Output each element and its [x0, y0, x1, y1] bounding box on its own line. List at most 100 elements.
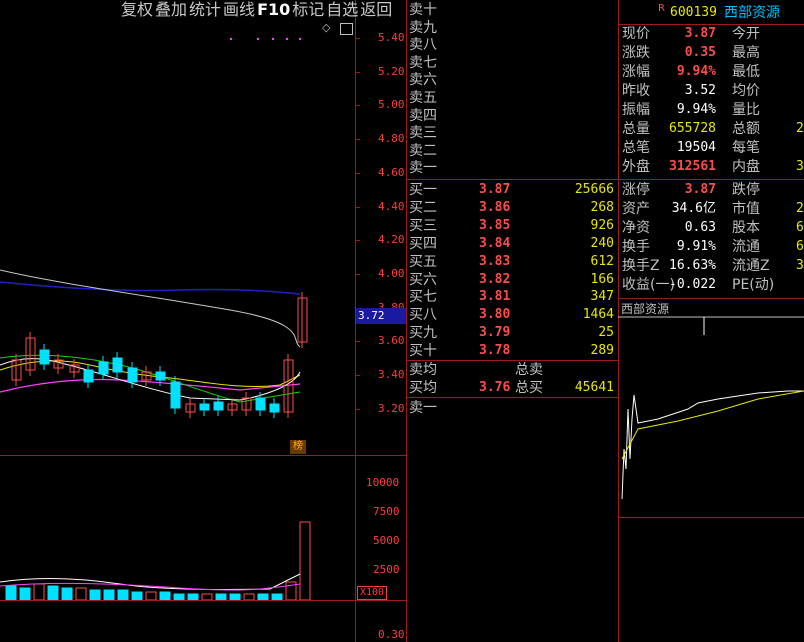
price-tick-label: 5.20: [378, 64, 405, 78]
quote-label: 资产: [622, 201, 650, 217]
price-tick-label: 3.20: [378, 401, 405, 415]
volume-bar: [131, 591, 143, 600]
intraday-mini-chart[interactable]: [618, 299, 804, 642]
volume-bar: [117, 589, 129, 600]
candle[interactable]: [98, 361, 109, 375]
price-tick-label: 4.40: [378, 199, 405, 213]
buy-total-value: 45641: [574, 380, 614, 395]
toolbar-mark[interactable]: 标记: [291, 0, 325, 20]
sell-row[interactable]: 卖二: [407, 142, 618, 160]
sell-avg-label: 卖均: [409, 362, 437, 378]
candle[interactable]: [213, 401, 224, 411]
kline-chart[interactable]: [0, 20, 355, 455]
toolbar-f10[interactable]: F10: [256, 0, 291, 20]
sell-row[interactable]: 卖一: [407, 159, 618, 177]
quote-value: 3.87: [684, 26, 716, 41]
volume-bar: [187, 593, 199, 600]
candle[interactable]: [199, 403, 210, 411]
quote-label: 外盘: [622, 159, 650, 175]
sell-row[interactable]: 卖八: [407, 36, 618, 54]
quote-row: 涨跌 0.35 最高: [620, 44, 804, 62]
volume-ma-line: [0, 573, 301, 590]
volume-bar: [257, 593, 269, 600]
sell-label: 卖八: [409, 37, 437, 54]
candle[interactable]: [112, 357, 123, 373]
sell-label: 卖六: [409, 72, 437, 89]
buy-volume: 268: [590, 199, 614, 215]
volume-bar: [271, 593, 283, 600]
stock-code: 600139: [670, 5, 717, 20]
buy-row[interactable]: 买四 3.84 240: [407, 235, 618, 253]
volume-bar: [103, 589, 115, 600]
avg-line: [621, 390, 804, 460]
candle[interactable]: [269, 403, 280, 413]
sell-row[interactable]: 卖五: [407, 89, 618, 107]
candle[interactable]: [170, 381, 181, 409]
quote-value: 34.6亿: [671, 201, 716, 216]
toolbar-back[interactable]: 返回: [359, 0, 393, 20]
rank-badge[interactable]: 榜: [290, 440, 306, 454]
sell-total-label: 总卖: [515, 362, 543, 378]
quote-label: 振幅: [622, 102, 650, 118]
buy-row[interactable]: 买十 3.78 289: [407, 342, 618, 360]
sell-row[interactable]: 卖十: [407, 1, 618, 19]
toolbar-draw[interactable]: 画线: [222, 0, 256, 20]
quote-value: 19504: [676, 140, 716, 155]
volume-bar: [89, 589, 101, 600]
indicator-value: 0.30: [378, 628, 405, 641]
price-tick-label: 4.20: [378, 233, 405, 247]
volume-bar: [33, 583, 45, 600]
sell-label: 卖一: [409, 160, 437, 177]
quote-label: PE(动): [732, 277, 775, 293]
sell-label: 卖十: [409, 2, 437, 18]
quote-label: 涨幅: [622, 64, 650, 80]
toolbar-watchlist[interactable]: 自选: [325, 0, 359, 20]
toolbar-overlay[interactable]: 叠加: [154, 0, 188, 20]
quote-label: 最低: [732, 64, 760, 80]
volume-bar: [173, 593, 185, 600]
buy-row[interactable]: 买三 3.85 926: [407, 217, 618, 235]
volume-chart[interactable]: [0, 456, 355, 600]
rank-badge-label: 榜: [293, 441, 303, 452]
candle[interactable]: [39, 349, 50, 365]
quote-label: 最高: [732, 45, 760, 61]
quote-row: 收益(一) -0.022 PE(动): [620, 276, 804, 294]
sell-row[interactable]: 卖三: [407, 124, 618, 142]
bottom-sell-row[interactable]: 卖一: [407, 399, 618, 417]
buy-row[interactable]: 买五 3.83 612: [407, 253, 618, 271]
volume-bar: [61, 587, 73, 600]
buy-row[interactable]: 买一 3.87 25666: [407, 181, 618, 199]
quote-value: 0.35: [684, 45, 716, 60]
quote-label: 跌停: [732, 182, 760, 198]
marker-dot: [271, 37, 275, 41]
quote-label: 今开: [732, 26, 760, 42]
candle[interactable]: [127, 367, 138, 383]
toolbar-stats[interactable]: 统计: [188, 0, 222, 20]
quote-label: 昨收: [622, 83, 650, 99]
candle[interactable]: [155, 371, 166, 381]
buy-row[interactable]: 买七 3.81 347: [407, 288, 618, 306]
candle[interactable]: [255, 397, 266, 411]
buy-label: 买六: [409, 271, 437, 288]
price-tick-label: 3.60: [378, 334, 405, 348]
ma-line: [0, 269, 301, 348]
buy-total-label: 总买: [515, 380, 543, 396]
sell-row[interactable]: 卖九: [407, 19, 618, 37]
quote-label: 涨跌: [622, 45, 650, 61]
buy-label: 买十: [409, 343, 437, 360]
marker-dot: [256, 37, 260, 41]
sell-row[interactable]: 卖七: [407, 54, 618, 72]
quote-row: 现价 3.87 今开: [620, 25, 804, 43]
quote-row: 换手Z 16.63% 流通Z 3: [620, 257, 804, 275]
toolbar-fuquan[interactable]: 复权: [120, 0, 154, 20]
buy-price: 3.81: [479, 289, 511, 305]
volume-bar: [201, 593, 213, 600]
candle[interactable]: [83, 369, 94, 383]
buy-row[interactable]: 买六 3.82 166: [407, 271, 618, 289]
quote-row: 昨收 3.52 均价: [620, 82, 804, 100]
sell-row[interactable]: 卖四: [407, 107, 618, 125]
sell-row[interactable]: 卖六: [407, 71, 618, 89]
buy-row[interactable]: 买八 3.80 1464: [407, 306, 618, 324]
buy-row[interactable]: 买九 3.79 25: [407, 324, 618, 342]
buy-row[interactable]: 买二 3.86 268: [407, 199, 618, 217]
